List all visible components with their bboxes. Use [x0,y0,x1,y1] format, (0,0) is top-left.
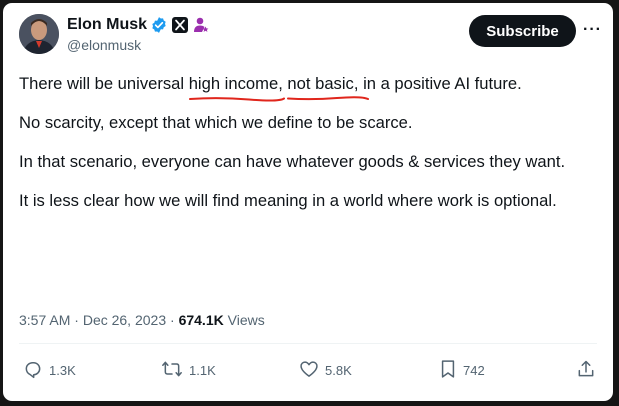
meta-separator: · [74,312,79,328]
annotated-phrase-not-basic: not basic [287,71,370,101]
bookmark-count: 742 [463,363,485,378]
author-handle[interactable]: @elonmusk [67,37,141,53]
tweet-paragraph-1: There will be universal high income, not… [19,71,599,102]
share-icon [576,359,596,382]
like-button[interactable]: 5.8K [299,359,352,382]
heart-icon [299,359,319,382]
tweet-paragraph-2: No scarcity, except that which we define… [19,113,413,132]
repost-count: 1.1K [189,363,216,378]
repost-icon [161,359,183,382]
tweet-meta: 3:57 AM · Dec 26, 2023 · 674.1K Views [19,312,265,328]
author-name[interactable]: Elon Musk [67,16,147,34]
red-underline-annotation [188,97,285,102]
annotated-phrase-high-income: high income [188,71,285,102]
tweet-paragraph-3: In that scenario, everyone can have what… [19,152,566,171]
tweet-card: Elon Musk @elonmusk Subscribe ··· There … [3,3,613,401]
views-count: 674.1K [178,312,224,328]
verified-check-icon [150,16,168,34]
reply-icon [23,359,43,382]
tweet-paragraph-4: It is less clear how we will find meanin… [19,191,557,210]
author-name-row: Elon Musk [67,16,210,34]
tweet-time[interactable]: 3:57 AM [19,312,70,328]
avatar[interactable] [19,14,59,54]
divider [19,343,597,344]
x-logo-icon [171,16,189,34]
tweet-text: There will be universal high income, not… [19,71,599,227]
reply-button[interactable]: 1.3K [23,359,76,382]
meta-separator: · [170,312,175,328]
bookmark-icon [439,359,457,382]
tweet-date[interactable]: Dec 26, 2023 [83,312,166,328]
subscribe-button[interactable]: Subscribe [469,15,576,47]
red-underline-annotation [287,96,370,101]
share-button[interactable] [576,359,596,382]
reply-count: 1.3K [49,363,76,378]
government-person-icon [192,16,210,34]
action-bar: 1.3K 1.1K 5.8K 742 [3,359,613,385]
bookmark-button[interactable]: 742 [439,359,485,382]
more-options-icon[interactable]: ··· [583,21,602,39]
views-label: Views [227,312,265,328]
like-count: 5.8K [325,363,352,378]
repost-button[interactable]: 1.1K [161,359,216,382]
